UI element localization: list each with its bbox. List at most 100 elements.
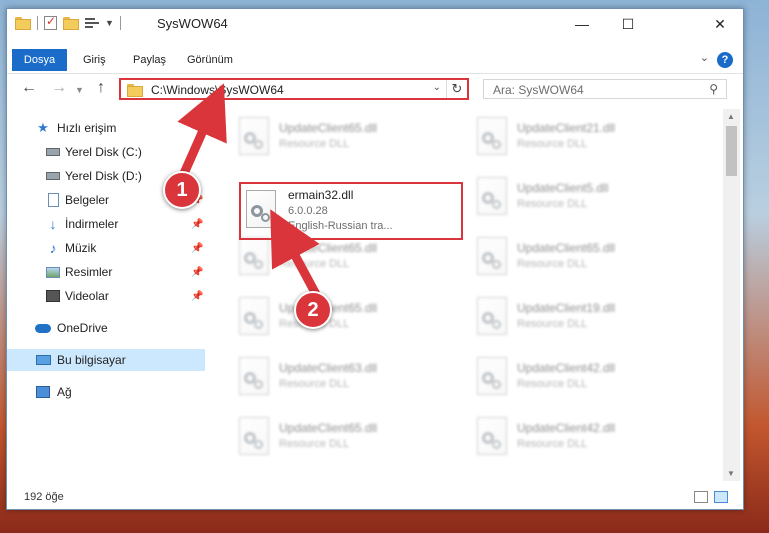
videos-icon bbox=[46, 290, 60, 302]
scroll-up-icon[interactable]: ▲ bbox=[727, 112, 735, 121]
file-item[interactable]: UpdateClient63.dll Resource DLL bbox=[231, 353, 451, 401]
step-1-badge: 1 bbox=[163, 171, 201, 209]
search-icon: ⚲ bbox=[709, 82, 718, 96]
file-description: Resource DLL bbox=[517, 438, 588, 450]
window-title: SysWOW64 bbox=[157, 16, 228, 31]
file-item[interactable]: UpdateClient65.dll Resource DLL bbox=[231, 413, 451, 461]
file-item[interactable]: UpdateClient21.dll Resource DLL bbox=[469, 113, 689, 161]
details-view-icon[interactable] bbox=[694, 491, 708, 503]
sidebar-item-label: Videolar bbox=[65, 289, 109, 303]
separator bbox=[37, 16, 38, 30]
file-item[interactable]: UpdateClient65.dll Resource DLL bbox=[231, 293, 451, 341]
sidebar-item-label: Müzik bbox=[65, 241, 97, 255]
file-item[interactable]: UpdateClient5.dll Resource DLL bbox=[469, 173, 689, 221]
file-description: Resource DLL bbox=[279, 138, 350, 150]
close-button[interactable]: ✕ bbox=[697, 9, 743, 39]
file-name: UpdateClient42.dll bbox=[517, 421, 616, 435]
help-icon[interactable]: ? bbox=[717, 52, 733, 68]
forward-button[interactable]: → bbox=[51, 79, 67, 97]
network-icon bbox=[36, 386, 50, 398]
tab-view[interactable]: Görünüm bbox=[187, 49, 233, 71]
file-item[interactable]: UpdateClient42.dll Resource DLL bbox=[469, 413, 689, 461]
sidebar-item-label: Ağ bbox=[57, 385, 72, 399]
sidebar-item-label: Hızlı erişim bbox=[57, 121, 117, 135]
file-item[interactable]: UpdateClient42.dll Resource DLL bbox=[469, 353, 689, 401]
sidebar-item-videos[interactable]: Videolar 📌 bbox=[7, 285, 205, 307]
properties-check-icon[interactable] bbox=[44, 14, 57, 30]
pictures-icon bbox=[46, 266, 60, 278]
file-name: UpdateClient5.dll bbox=[517, 181, 609, 195]
customize-toolbar-icon[interactable] bbox=[85, 16, 99, 30]
sidebar-item-downloads[interactable]: ↓ İndirmeler 📌 bbox=[7, 213, 205, 235]
tab-share[interactable]: Paylaş bbox=[133, 49, 166, 71]
sidebar-item-music[interactable]: ♪ Müzik 📌 bbox=[7, 237, 205, 259]
scrollbar-thumb[interactable] bbox=[726, 126, 737, 176]
file-name: UpdateClient21.dll bbox=[517, 121, 616, 135]
drive-icon bbox=[46, 148, 60, 156]
file-description: Resource DLL bbox=[517, 318, 588, 330]
navigation-bar: ← → ▼ ↑ C:\Windows\SysWOW64 ⌄ ↻ Ara: Sys… bbox=[7, 76, 743, 104]
dll-file-icon bbox=[239, 297, 269, 335]
dll-file-icon bbox=[477, 237, 507, 275]
sidebar-item-quick-access[interactable]: ★ Hızlı erişim bbox=[7, 117, 205, 139]
up-button[interactable]: ↑ bbox=[97, 79, 105, 97]
chevron-down-icon[interactable]: ▼ bbox=[105, 18, 114, 28]
sidebar-item-disk-c[interactable]: Yerel Disk (C:) bbox=[7, 141, 205, 163]
dll-file-icon bbox=[477, 117, 507, 155]
folder-icon bbox=[15, 16, 31, 30]
expand-ribbon-icon[interactable]: ⌄ bbox=[700, 51, 709, 64]
scroll-down-icon[interactable]: ▼ bbox=[727, 469, 735, 478]
dll-file-icon bbox=[239, 357, 269, 395]
sidebar-item-pictures[interactable]: Resimler 📌 bbox=[7, 261, 205, 283]
sidebar-item-label: Resimler bbox=[65, 265, 113, 279]
dll-file-icon bbox=[239, 117, 269, 155]
sidebar-item-label: Bu bilgisayar bbox=[57, 353, 126, 367]
recent-locations-icon[interactable]: ▼ bbox=[75, 85, 84, 95]
back-button[interactable]: ← bbox=[21, 79, 37, 97]
sidebar-item-onedrive[interactable]: OneDrive bbox=[7, 317, 205, 339]
sidebar-item-label: Belgeler bbox=[65, 193, 110, 207]
pin-icon[interactable]: 📌 bbox=[191, 219, 203, 230]
minimize-button[interactable]: — bbox=[559, 9, 605, 39]
file-name: UpdateClient65.dll bbox=[279, 421, 378, 435]
pin-icon[interactable]: 📌 bbox=[191, 267, 203, 278]
file-name: UpdateClient63.dll bbox=[279, 361, 378, 375]
vertical-scrollbar[interactable]: ▲ ▼ bbox=[723, 109, 740, 481]
file-name: UpdateClient65.dll bbox=[517, 241, 616, 255]
folder-icon bbox=[127, 84, 143, 97]
pin-icon[interactable]: 📌 bbox=[191, 243, 203, 254]
file-item[interactable]: UpdateClient19.dll Resource DLL bbox=[469, 293, 689, 341]
file-item[interactable]: UpdateClient65.dll Resource DLL bbox=[469, 233, 689, 281]
file-name: UpdateClient65.dll bbox=[279, 241, 378, 255]
file-item[interactable]: UpdateClient65.dll Resource DLL bbox=[231, 113, 451, 161]
download-icon: ↓ bbox=[49, 216, 57, 232]
file-list: UpdateClient65.dll Resource DLL UpdateCl… bbox=[217, 109, 727, 479]
address-path: C:\Windows\SysWOW64 bbox=[151, 83, 284, 97]
pin-icon[interactable]: 📌 bbox=[191, 291, 203, 302]
address-dropdown-icon[interactable]: ⌄ bbox=[433, 82, 441, 93]
dll-file-icon bbox=[477, 297, 507, 335]
search-input[interactable]: Ara: SysWOW64 ⚲ bbox=[483, 79, 727, 99]
file-name: UpdateClient65.dll bbox=[279, 121, 378, 135]
item-count: 192 öğe bbox=[24, 491, 64, 503]
file-item[interactable]: UpdateClient65.dll Resource DLL bbox=[231, 233, 451, 281]
new-folder-icon[interactable] bbox=[63, 16, 79, 30]
address-bar[interactable]: C:\Windows\SysWOW64 ⌄ ↻ bbox=[119, 78, 469, 100]
sidebar-item-network[interactable]: Ağ bbox=[7, 381, 205, 403]
star-icon: ★ bbox=[37, 120, 49, 135]
file-description: Resource DLL bbox=[517, 378, 588, 390]
tab-home[interactable]: Giriş bbox=[83, 49, 106, 71]
file-description: Resource DLL bbox=[279, 438, 350, 450]
tiles-view-icon[interactable] bbox=[714, 491, 728, 503]
navigation-pane: ★ Hızlı erişim Yerel Disk (C:) Yerel Dis… bbox=[7, 115, 205, 479]
file-name: ermain32.dll bbox=[288, 188, 354, 202]
dll-file-icon bbox=[477, 177, 507, 215]
dll-file-icon bbox=[477, 357, 507, 395]
refresh-button[interactable]: ↻ bbox=[446, 80, 467, 98]
sidebar-item-this-pc[interactable]: Bu bilgisayar bbox=[7, 349, 205, 371]
maximize-button[interactable]: ☐ bbox=[605, 9, 651, 39]
highlighted-file-item[interactable]: ermain32.dll 6.0.0.28 English-Russian tr… bbox=[239, 182, 463, 240]
dll-file-icon bbox=[239, 237, 269, 275]
computer-icon bbox=[35, 355, 51, 365]
tab-file[interactable]: Dosya bbox=[12, 49, 67, 71]
